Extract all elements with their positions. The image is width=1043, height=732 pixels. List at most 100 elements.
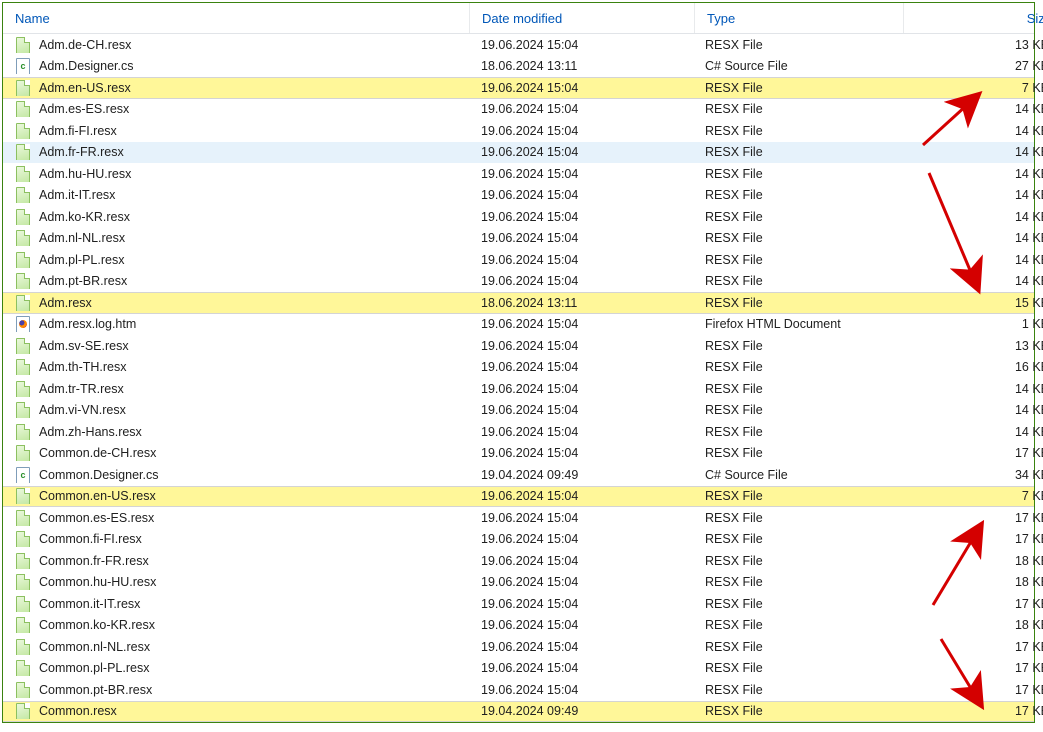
cell-date: 19.06.2024 15:04 <box>469 102 693 116</box>
cell-type: RESX File <box>693 683 901 697</box>
table-row[interactable]: Common.fr-FR.resx19.06.2024 15:04RESX Fi… <box>3 550 1034 572</box>
table-row[interactable]: Adm.Designer.cs18.06.2024 13:11C# Source… <box>3 56 1034 78</box>
table-row[interactable]: Common.resx19.04.2024 09:49RESX File17 K… <box>3 701 1034 723</box>
cell-size: 14 KB <box>901 124 1043 138</box>
cell-date: 18.06.2024 13:11 <box>469 59 693 73</box>
cell-name: Adm.sv-SE.resx <box>3 338 469 354</box>
cell-type: RESX File <box>693 575 901 589</box>
file-name: Common.fi-FI.resx <box>39 532 142 546</box>
table-row[interactable]: Adm.zh-Hans.resx19.06.2024 15:04RESX Fil… <box>3 421 1034 443</box>
cell-type: RESX File <box>693 446 901 460</box>
cell-name: Common.fr-FR.resx <box>3 553 469 569</box>
cell-size: 14 KB <box>901 102 1043 116</box>
table-row[interactable]: Adm.fi-FI.resx19.06.2024 15:04RESX File1… <box>3 120 1034 142</box>
table-row[interactable]: Common.fi-FI.resx19.06.2024 15:04RESX Fi… <box>3 529 1034 551</box>
file-name: Common.it-IT.resx <box>39 597 140 611</box>
table-row[interactable]: Common.Designer.cs19.04.2024 09:49C# Sou… <box>3 464 1034 486</box>
cell-name: Adm.en-US.resx <box>3 80 469 96</box>
cell-size: 13 KB <box>901 339 1043 353</box>
cell-date: 19.06.2024 15:04 <box>469 403 693 417</box>
cell-type: RESX File <box>693 339 901 353</box>
table-row[interactable]: Adm.hu-HU.resx19.06.2024 15:04RESX File1… <box>3 163 1034 185</box>
cell-date: 19.06.2024 15:04 <box>469 425 693 439</box>
resx-file-icon <box>15 359 31 375</box>
cell-date: 19.06.2024 15:04 <box>469 661 693 675</box>
table-row[interactable]: Common.pl-PL.resx19.06.2024 15:04RESX Fi… <box>3 658 1034 680</box>
file-name: Adm.it-IT.resx <box>39 188 115 202</box>
table-row[interactable]: Adm.de-CH.resx19.06.2024 15:04RESX File1… <box>3 34 1034 56</box>
cell-date: 19.06.2024 15:04 <box>469 597 693 611</box>
column-header-type[interactable]: Type <box>695 3 904 33</box>
column-header-name[interactable]: Name <box>3 3 470 33</box>
table-row[interactable]: Adm.nl-NL.resx19.06.2024 15:04RESX File1… <box>3 228 1034 250</box>
file-name: Adm.pl-PL.resx <box>39 253 124 267</box>
table-row[interactable]: Adm.pl-PL.resx19.06.2024 15:04RESX File1… <box>3 249 1034 271</box>
table-row[interactable]: Adm.fr-FR.resx19.06.2024 15:04RESX File1… <box>3 142 1034 164</box>
cell-size: 17 KB <box>901 661 1043 675</box>
file-name: Adm.hu-HU.resx <box>39 167 131 181</box>
cell-type: RESX File <box>693 38 901 52</box>
table-row[interactable]: Common.de-CH.resx19.06.2024 15:04RESX Fi… <box>3 443 1034 465</box>
file-name: Adm.nl-NL.resx <box>39 231 125 245</box>
file-name: Adm.vi-VN.resx <box>39 403 126 417</box>
cell-type: RESX File <box>693 360 901 374</box>
cell-date: 19.06.2024 15:04 <box>469 188 693 202</box>
table-row[interactable]: Common.hu-HU.resx19.06.2024 15:04RESX Fi… <box>3 572 1034 594</box>
cell-type: RESX File <box>693 81 901 95</box>
table-row[interactable]: Adm.ko-KR.resx19.06.2024 15:04RESX File1… <box>3 206 1034 228</box>
table-row[interactable]: Common.es-ES.resx19.06.2024 15:04RESX Fi… <box>3 507 1034 529</box>
cell-date: 19.06.2024 15:04 <box>469 683 693 697</box>
cell-type: RESX File <box>693 253 901 267</box>
table-row[interactable]: Adm.th-TH.resx19.06.2024 15:04RESX File1… <box>3 357 1034 379</box>
resx-file-icon <box>15 338 31 354</box>
cell-size: 18 KB <box>901 575 1043 589</box>
table-row[interactable]: Adm.es-ES.resx19.06.2024 15:04RESX File1… <box>3 99 1034 121</box>
file-name: Adm.sv-SE.resx <box>39 339 129 353</box>
cell-size: 18 KB <box>901 554 1043 568</box>
file-name: Common.resx <box>39 704 117 718</box>
cell-name: Common.en-US.resx <box>3 488 469 504</box>
column-header-size[interactable]: Size <box>904 3 1043 33</box>
cell-size: 15 KB <box>901 296 1043 310</box>
cell-name: Adm.nl-NL.resx <box>3 230 469 246</box>
cell-date: 19.06.2024 15:04 <box>469 145 693 159</box>
table-row[interactable]: Adm.pt-BR.resx19.06.2024 15:04RESX File1… <box>3 271 1034 293</box>
table-row[interactable]: Common.pt-BR.resx 19.06.2024 15:04RESX Fi… <box>3 679 1034 701</box>
cell-name: Adm.hu-HU.resx <box>3 166 469 182</box>
table-row[interactable]: Common.nl-NL.resx19.06.2024 15:04RESX Fi… <box>3 636 1034 658</box>
cell-date: 18.06.2024 13:11 <box>469 296 693 310</box>
cell-name: Adm.es-ES.resx <box>3 101 469 117</box>
cell-type: RESX File <box>693 403 901 417</box>
file-name: Adm.es-ES.resx <box>39 102 129 116</box>
file-name: Adm.tr-TR.resx <box>39 382 124 396</box>
cell-type: RESX File <box>693 511 901 525</box>
cell-date: 19.06.2024 15:04 <box>469 210 693 224</box>
cell-type: RESX File <box>693 489 901 503</box>
table-row[interactable]: Common.it-IT.resx 19.06.2024 15:04RESX Fi… <box>3 593 1034 615</box>
file-name: Common.es-ES.resx <box>39 511 154 525</box>
resx-file-icon <box>15 144 31 160</box>
cell-name: Common.nl-NL.resx <box>3 639 469 655</box>
file-name: Common.nl-NL.resx <box>39 640 150 654</box>
table-row[interactable]: Common.en-US.resx19.06.2024 15:04RESX Fi… <box>3 486 1034 508</box>
table-row[interactable]: Adm.resx18.06.2024 13:11RESX File15 KB <box>3 292 1034 314</box>
table-row[interactable]: Adm.sv-SE.resx19.06.2024 15:04RESX File1… <box>3 335 1034 357</box>
cell-type: RESX File <box>693 597 901 611</box>
file-name: Common.pt-BR.resx <box>39 683 152 697</box>
table-row[interactable]: Adm.resx.log.htm19.06.2024 15:04Firefox … <box>3 314 1034 336</box>
cell-size: 14 KB <box>901 403 1043 417</box>
cell-size: 14 KB <box>901 253 1043 267</box>
table-row[interactable]: Adm.it-IT.resx19.06.2024 15:04RESX File1… <box>3 185 1034 207</box>
resx-file-icon <box>15 273 31 289</box>
cell-size: 14 KB <box>901 231 1043 245</box>
column-header-date[interactable]: Date modified <box>470 3 695 33</box>
table-row[interactable]: Common.ko-KR.resx19.06.2024 15:04RESX Fi… <box>3 615 1034 637</box>
table-row[interactable]: Adm.tr-TR.resx19.06.2024 15:04RESX File1… <box>3 378 1034 400</box>
table-row[interactable]: Adm.en-US.resx19.06.2024 15:04RESX File7… <box>3 77 1034 99</box>
cell-date: 19.06.2024 15:04 <box>469 253 693 267</box>
resx-file-icon <box>15 488 31 504</box>
file-name: Common.fr-FR.resx <box>39 554 149 568</box>
cell-name: Common.fi-FI.resx <box>3 531 469 547</box>
cell-name: Adm.fi-FI.resx <box>3 123 469 139</box>
table-row[interactable]: Adm.vi-VN.resx19.06.2024 15:04RESX File1… <box>3 400 1034 422</box>
